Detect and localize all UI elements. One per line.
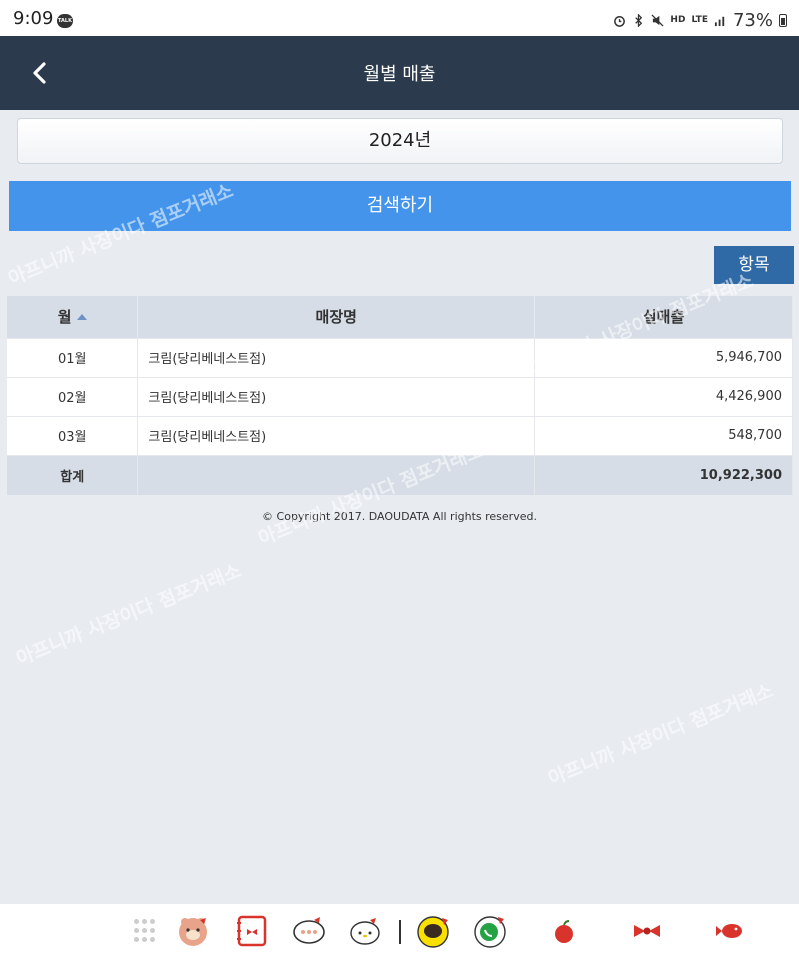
cell-store: 크림(당리베네스트점) — [137, 337, 536, 377]
apple-icon[interactable] — [547, 914, 581, 948]
notebook-app-icon[interactable] — [235, 914, 269, 948]
app-dock — [0, 904, 799, 960]
table-row[interactable]: 02월 크림(당리베네스트점) 4,426,900 — [7, 376, 793, 416]
cell-store: 크림(당리베네스트점) — [137, 415, 536, 455]
column-header-month[interactable]: 월 — [7, 296, 139, 338]
cell-sales: 548,700 — [534, 415, 793, 455]
sales-table: 월 매장명 실매출 01월 크림(당리베네스트점) 5,946,700 02월 … — [7, 296, 793, 495]
bear-app-icon[interactable] — [176, 914, 210, 948]
columns-button[interactable]: 항목 — [714, 246, 794, 284]
hd-voice-icon: HD — [670, 15, 686, 25]
total-store — [137, 454, 536, 495]
kitty-app-icon[interactable] — [348, 914, 382, 948]
ribbon-icon[interactable] — [630, 914, 664, 948]
battery-icon — [779, 14, 787, 27]
kakaotalk-notification-icon: TALK — [57, 14, 73, 28]
cell-month: 03월 — [7, 415, 139, 455]
copyright-text: © Copyright 2017. DAOUDATA All rights re… — [262, 510, 537, 523]
kakaotalk-icon[interactable] — [416, 914, 450, 948]
bluetooth-icon — [635, 14, 643, 27]
cell-store: 크림(당리베네스트점) — [137, 376, 536, 416]
battery-percent: 73% — [732, 10, 773, 31]
fish-icon[interactable] — [713, 914, 747, 948]
table-row[interactable]: 03월 크림(당리베네스트점) 548,700 — [7, 415, 793, 455]
column-header-store[interactable]: 매장명 — [137, 296, 536, 338]
clock: 9:09 — [13, 8, 54, 29]
watermark: 아프니까 사장이다 점포거래소 — [545, 679, 777, 791]
lte-icon: LTE — [691, 15, 708, 25]
app-header: 월별 매출 — [0, 36, 799, 110]
table-row[interactable]: 01월 크림(당리베네스트점) 5,946,700 — [7, 337, 793, 377]
column-header-month-label: 월 — [57, 308, 72, 327]
table-header-row: 월 매장명 실매출 — [7, 296, 793, 338]
whatsapp-icon[interactable] — [473, 914, 507, 948]
total-sales: 10,922,300 — [534, 454, 793, 495]
dock-divider — [399, 920, 401, 944]
alarm-icon — [614, 16, 626, 27]
status-icons: HD LTE 73% — [613, 10, 787, 31]
status-bar: 9:09 TALK HD LTE 73% — [0, 0, 799, 36]
cell-sales: 5,946,700 — [534, 337, 793, 377]
page-title: 월별 매출 — [363, 64, 436, 85]
apps-grid-icon[interactable] — [129, 914, 163, 948]
column-header-sales[interactable]: 실매출 — [534, 296, 793, 338]
total-label: 합계 — [7, 454, 139, 495]
sort-ascending-icon — [76, 314, 87, 321]
watermark: 아프니까 사장이다 점포거래소 — [13, 559, 245, 671]
total-row: 합계 10,922,300 — [7, 454, 793, 495]
signal-icon — [714, 16, 725, 27]
cell-sales: 4,426,900 — [534, 376, 793, 416]
year-select[interactable]: 2024년 — [17, 118, 783, 164]
search-button[interactable]: 검색하기 — [9, 181, 791, 231]
mute-icon — [651, 14, 664, 27]
cell-month: 01월 — [7, 337, 139, 377]
chat-bubble-app-icon[interactable] — [292, 914, 326, 948]
cell-month: 02월 — [7, 376, 139, 416]
